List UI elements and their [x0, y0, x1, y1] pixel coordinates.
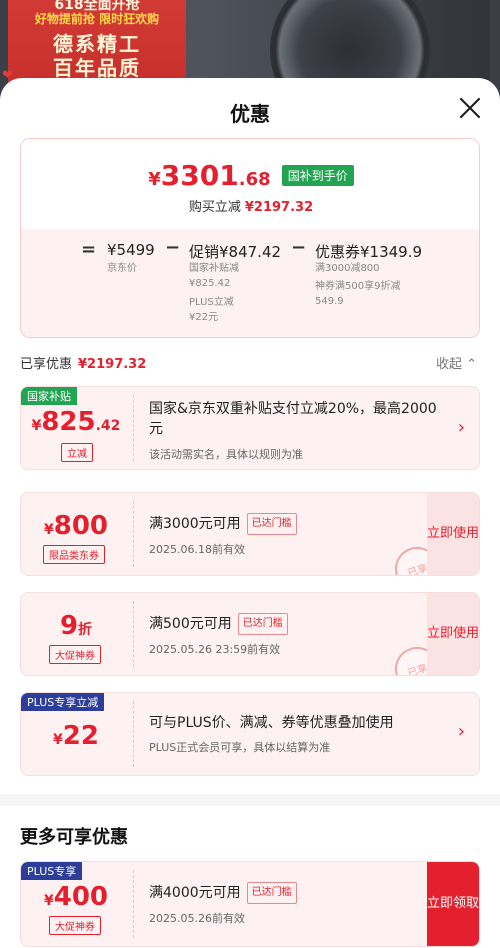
price-formula: = ¥5499 京东价 − 促销¥847.42 国家补贴减 ¥825.42 PL… — [21, 229, 479, 337]
super-coupon-value: 549.9 — [315, 296, 344, 307]
coupon-800-amount: ¥800 — [43, 511, 109, 541]
chevron-right-icon[interactable]: › — [458, 417, 465, 438]
subsidy-label: 国家补贴减 — [189, 263, 239, 274]
plus-badge: PLUS专享立减 — [21, 693, 105, 711]
subsidy-note: 该活动需实名，具体以规则为准 — [149, 448, 303, 461]
base-price-label: 京东价 — [107, 263, 137, 274]
coupon-800-description: 满3000元可用 已达门槛 — [149, 513, 297, 535]
enjoyed-discount-row: 已享优惠 ¥2197.32 — [20, 357, 147, 372]
use-now-button[interactable]: 立即使用 — [427, 493, 479, 575]
final-price: ¥3301.68 — [148, 159, 271, 192]
coupon-800-expiry: 2025.06.18前有效 — [149, 543, 245, 556]
plus-value: ¥22元 — [189, 312, 219, 323]
subsidy-badge: 国家补贴 — [21, 387, 77, 405]
close-icon — [459, 97, 481, 119]
use-now-button[interactable]: 立即使用 — [427, 593, 479, 675]
threshold-badge: 已达门槛 — [246, 513, 297, 535]
coupon-discount-tag: 大促神券 — [49, 645, 101, 664]
more-offers-title: 更多可享优惠 — [20, 827, 128, 848]
coupon-800-tag: 限品类东券 — [43, 545, 105, 564]
minus-sign: − — [165, 237, 181, 258]
coupon-400-amount: ¥400 — [43, 882, 109, 912]
chevron-right-icon[interactable]: › — [458, 721, 465, 742]
promo-line-4: 百年品质 — [53, 56, 141, 80]
coupon-total: 优惠券¥1349.9 — [315, 243, 423, 261]
threshold-badge: 已达门槛 — [237, 613, 288, 635]
plus-only-badge: PLUS专享 — [21, 862, 83, 880]
price-summary-card: ¥3301.68 国补到手价 购买立减 ¥2197.32 = ¥5499 京东价 … — [20, 138, 480, 338]
equals-sign: = — [81, 239, 97, 260]
plus-coupon-card-400[interactable]: PLUS专享 ¥400 大促神券 满4000元可用 已达门槛 2025.05.26… — [20, 861, 480, 947]
close-button[interactable] — [454, 92, 486, 124]
collapse-button[interactable]: 收起 ⌃ — [436, 353, 477, 372]
minus-sign: − — [291, 237, 307, 258]
coupon-discount-description: 满500元可用 已达门槛 — [149, 613, 288, 635]
coupon-threshold-note: 满3000减800 — [315, 263, 380, 274]
subsidy-description: 国家&京东双重补贴支付立减20%，最高2000元 — [149, 401, 437, 437]
coupon-card-800[interactable]: ¥800 限品类东券 满3000元可用 已达门槛 2025.06.18前有效 已享… — [20, 492, 480, 576]
plus-description: 可与PLUS价、满减、券等优惠叠加使用 — [149, 715, 394, 731]
subsidy-card[interactable]: 国家补贴 ¥825.42 立减 国家&京东双重补贴支付立减20%，最高2000元… — [20, 386, 480, 470]
discount-sheet: 优惠 ¥3301.68 国补到手价 购买立减 ¥2197.32 = ¥5499 京… — [0, 78, 500, 948]
purchase-discount-row: 购买立减 ¥2197.32 — [188, 200, 314, 215]
price-tag-badge: 国补到手价 — [281, 165, 354, 186]
threshold-badge: 已达门槛 — [246, 882, 297, 904]
subsidy-value: ¥825.42 — [189, 278, 231, 289]
plus-amount: ¥22 — [53, 721, 99, 751]
final-price-row: ¥3301.68 国补到手价 — [21, 159, 479, 193]
coupon-discount-expiry: 2025.05.26 23:59前有效 — [149, 643, 281, 656]
plus-note: PLUS正式会员可享，具体以结算为准 — [149, 741, 331, 754]
coupon-discount-amount: 9折 — [59, 611, 93, 641]
claim-now-button[interactable]: 立即领取 — [427, 862, 479, 946]
promo-line-3: 德系精工 — [53, 32, 141, 56]
coupon-400-expiry: 2025.05.26前有效 — [149, 912, 245, 925]
plus-label: PLUS立减 — [189, 297, 234, 308]
plus-discount-card[interactable]: PLUS专享立减 ¥22 可与PLUS价、满减、券等优惠叠加使用 PLUS正式会… — [20, 692, 480, 776]
promo-line-2: 好物提前抢 限时狂欢购 — [34, 12, 160, 26]
coupon-400-tag: 大促神券 — [49, 916, 101, 935]
subsidy-amount: ¥825.42 — [31, 407, 121, 437]
sheet-title: 优惠 — [230, 102, 270, 126]
promo-total: 促销¥847.42 — [189, 243, 282, 261]
section-separator — [0, 794, 500, 806]
chevron-up-icon: ⌃ — [466, 357, 478, 372]
base-price: ¥5499 — [107, 241, 155, 259]
subsidy-tag: 立减 — [61, 443, 93, 462]
coupon-card-discount[interactable]: 9折 大促神券 满500元可用 已达门槛 2025.05.26 23:59前有效 … — [20, 592, 480, 676]
super-coupon-note: 神券满500享9折减 — [315, 281, 401, 292]
coupon-400-description: 满4000元可用 已达门槛 — [149, 882, 297, 904]
